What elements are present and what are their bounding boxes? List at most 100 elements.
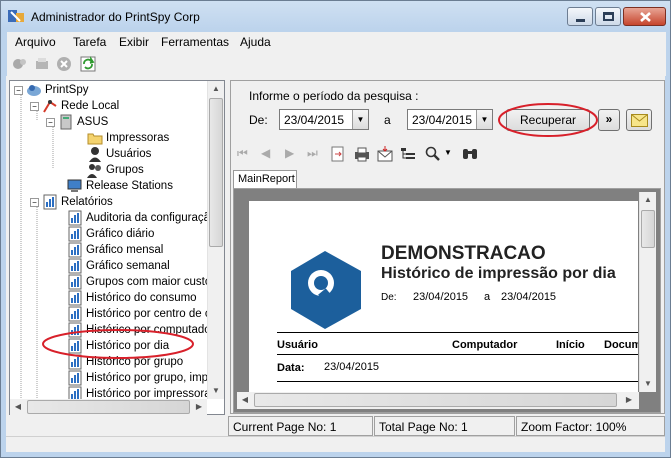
to-date-value: 23/04/2015 xyxy=(412,113,473,127)
printer-properties-icon[interactable] xyxy=(34,56,50,72)
report-chart-icon xyxy=(68,306,82,322)
reports-icon xyxy=(43,194,57,210)
hscroll-thumb[interactable] xyxy=(27,400,190,414)
minimize-button[interactable] xyxy=(567,7,593,26)
envelope-icon xyxy=(631,114,648,127)
tree-report-item[interactable]: Gráfico diário xyxy=(67,226,154,242)
status-bar xyxy=(6,436,665,452)
from-date-picker[interactable]: 23/04/2015 ▼ xyxy=(279,109,369,130)
report-chart-icon xyxy=(68,242,82,258)
scroll-up-button[interactable]: ▲ xyxy=(208,81,224,97)
tab-mainreport[interactable]: MainReport xyxy=(233,170,297,189)
tree-report-item[interactable]: Histórico do consumo xyxy=(67,290,197,306)
report-date-from: 23/04/2015 xyxy=(413,291,469,303)
status-current-page: Current Page No: 1 xyxy=(228,416,373,436)
to-date-dropdown[interactable]: ▼ xyxy=(476,110,492,129)
date-label: Data: xyxy=(277,362,305,374)
report-scroll-left[interactable]: ◀ xyxy=(237,392,253,408)
refresh-icon[interactable] xyxy=(80,56,96,72)
tree-host[interactable]: − ASUS xyxy=(46,114,108,130)
report-row-rule xyxy=(277,381,638,382)
menu-arquivo[interactable]: Arquivo xyxy=(15,35,56,49)
first-page-icon[interactable]: ⏮ xyxy=(237,146,248,161)
menu-ferramentas[interactable]: Ferramentas xyxy=(161,35,229,49)
scroll-thumb[interactable] xyxy=(209,98,223,247)
menu-tarefa[interactable]: Tarefa xyxy=(73,35,106,49)
user-icon xyxy=(89,147,101,162)
tree-report-item-label: Auditoria da configuração xyxy=(86,212,217,224)
tree-report-item-label: Gráfico diário xyxy=(86,228,155,240)
close-icon xyxy=(640,12,651,22)
tree-report-item[interactable]: Auditoria da configuração xyxy=(67,210,216,226)
group-tree-icon[interactable] xyxy=(400,146,416,162)
tree-report-item[interactable]: Gráfico semanal xyxy=(67,258,170,274)
tree-report-item[interactable]: Histórico por centro de custo xyxy=(67,306,225,322)
tree-groups[interactable]: Grupos xyxy=(87,162,144,178)
tree-release-stations[interactable]: Release Stations xyxy=(67,178,173,194)
highlight-circle-button xyxy=(498,103,598,137)
scroll-down-button[interactable]: ▼ xyxy=(208,383,224,399)
menu-exibir[interactable]: Exibir xyxy=(119,35,149,49)
binoculars-icon[interactable] xyxy=(461,146,479,162)
report-chart-icon xyxy=(68,290,82,306)
report-vertical-scrollbar[interactable]: ▲ ▼ xyxy=(639,192,656,392)
close-button[interactable] xyxy=(623,7,666,26)
report-date-to: 23/04/2015 xyxy=(501,291,557,303)
last-page-icon[interactable]: ⏭ xyxy=(307,146,318,161)
group-icon xyxy=(87,164,101,178)
report-scroll-right[interactable]: ▶ xyxy=(621,392,637,408)
tree-report-item-label: Gráfico semanal xyxy=(86,260,170,272)
report-hscroll-thumb[interactable] xyxy=(254,393,617,407)
tree-vertical-scrollbar[interactable]: ▲ ▼ xyxy=(207,81,224,399)
report-scroll-up[interactable]: ▲ xyxy=(640,192,656,208)
tree-network[interactable]: − Rede Local xyxy=(30,98,119,114)
zoom-icon[interactable] xyxy=(425,146,441,162)
email-button[interactable] xyxy=(626,109,652,131)
tree-report-item[interactable]: Histórico por grupo, impressora xyxy=(67,370,224,386)
menu-bar: Arquivo Tarefa Exibir Ferramentas Ajuda xyxy=(7,32,666,52)
network-icon[interactable] xyxy=(12,56,28,72)
date-value: 23/04/2015 xyxy=(324,361,380,373)
menu-ajuda[interactable]: Ajuda xyxy=(240,35,271,49)
to-date-picker[interactable]: 23/04/2015 ▼ xyxy=(407,109,493,130)
col-document: Docum xyxy=(604,339,638,351)
export-icon[interactable] xyxy=(331,146,345,162)
scroll-right-button[interactable]: ▶ xyxy=(191,399,207,415)
scroll-left-button[interactable]: ◀ xyxy=(10,399,26,415)
maximize-button[interactable] xyxy=(595,7,621,26)
tree-release-label: Release Stations xyxy=(86,180,173,192)
tree-report-item[interactable]: Gráfico mensal xyxy=(67,242,163,258)
tree-users[interactable]: Usuários xyxy=(87,146,151,162)
print-icon[interactable] xyxy=(354,146,370,162)
from-date-dropdown[interactable]: ▼ xyxy=(352,110,368,129)
tree-report-item[interactable]: Grupos com maior custo xyxy=(67,274,211,290)
tree-report-item-label: Gráfico mensal xyxy=(86,244,164,256)
prev-page-icon[interactable]: ◀ xyxy=(261,146,270,160)
report-horizontal-scrollbar[interactable]: ◀ ▶ xyxy=(237,392,639,409)
tree-root[interactable]: − PrintSpy xyxy=(14,82,88,98)
server-icon xyxy=(60,114,72,130)
tree-report-item-label: Histórico por centro de custo xyxy=(86,308,225,320)
report-date-sep: a xyxy=(484,291,491,303)
report-scroll-thumb[interactable] xyxy=(641,210,655,248)
tree-reports[interactable]: − Relatórios xyxy=(30,194,113,210)
tree-groups-label: Grupos xyxy=(106,164,144,176)
next-page-icon[interactable]: ▶ xyxy=(285,146,294,160)
from-date-value: 23/04/2015 xyxy=(284,113,345,127)
expand-button[interactable]: » xyxy=(598,109,620,131)
status-zoom: Zoom Factor: 100% xyxy=(516,416,665,436)
tree-report-item-label: Grupos com maior custo xyxy=(86,276,212,288)
tree-printers[interactable]: Impressoras xyxy=(87,130,169,146)
report-logo xyxy=(277,241,377,333)
report-scroll-down[interactable]: ▼ xyxy=(640,376,656,392)
from-label: De: xyxy=(249,113,268,127)
delete-icon[interactable] xyxy=(56,56,72,72)
zoom-dropdown-icon[interactable]: ▼ xyxy=(444,148,452,157)
status-total-page: Total Page No: 1 xyxy=(374,416,515,436)
window-title: Administrador do PrintSpy Corp xyxy=(31,10,200,24)
tree-horizontal-scrollbar[interactable]: ◀ ▶ xyxy=(10,399,207,415)
highlight-circle-tree xyxy=(42,329,194,359)
email-report-icon[interactable] xyxy=(377,146,393,162)
tree-root-label: PrintSpy xyxy=(45,84,89,96)
main-toolbar xyxy=(7,52,666,76)
